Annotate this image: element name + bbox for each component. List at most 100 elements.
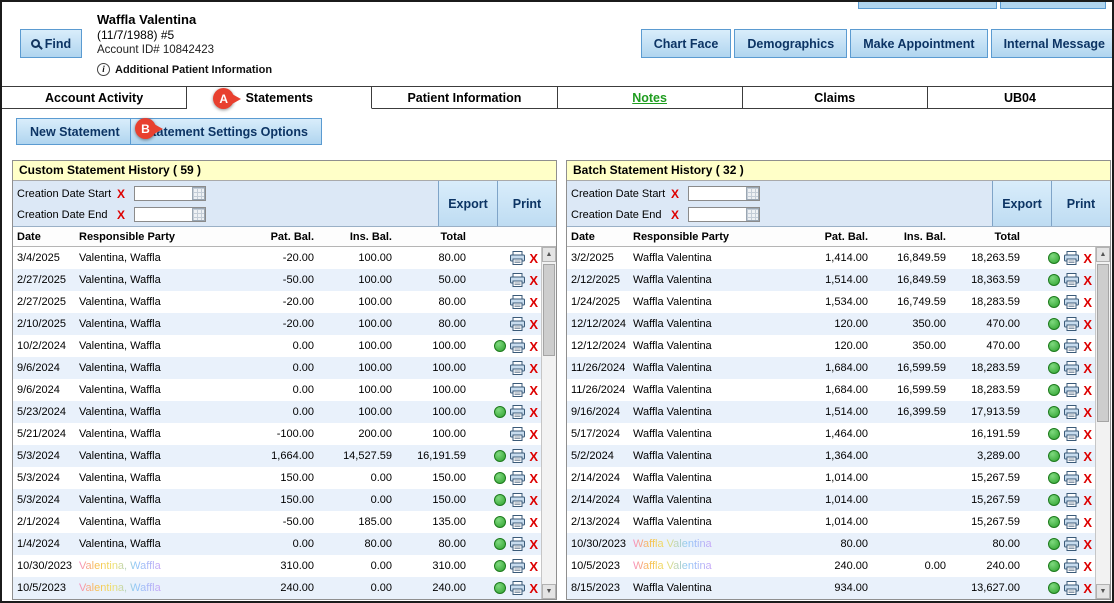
delete-icon[interactable]: X xyxy=(1083,362,1092,375)
scrollbar[interactable]: ▲ ▼ xyxy=(541,247,556,599)
print-icon[interactable] xyxy=(510,515,525,529)
creation-date-end-input[interactable] xyxy=(134,207,206,222)
statement-row[interactable]: 10/5/2023Valentina, Waffla240.000.00240.… xyxy=(13,577,541,599)
chart-face-button[interactable]: Chart Face xyxy=(641,29,732,58)
export-button[interactable]: Export xyxy=(438,181,497,226)
statement-row[interactable]: 9/6/2024Valentina, Waffla0.00100.00100.0… xyxy=(13,357,541,379)
scrollbar[interactable]: ▲ ▼ xyxy=(1095,247,1110,599)
scrollbar-thumb[interactable] xyxy=(543,264,555,356)
make-appointment-button[interactable]: Make Appointment xyxy=(850,29,987,58)
delete-icon[interactable]: X xyxy=(1083,340,1092,353)
print-icon[interactable] xyxy=(1064,405,1079,419)
statement-row[interactable]: 2/12/2025Waffla Valentina1,514.0016,849.… xyxy=(567,269,1095,291)
statement-row[interactable]: 2/13/2024Waffla Valentina1,014.0015,267.… xyxy=(567,511,1095,533)
calendar-icon[interactable] xyxy=(746,208,759,221)
statement-row[interactable]: 10/30/2023Waffla Valentina80.0080.00X xyxy=(567,533,1095,555)
tab-patient-information[interactable]: Patient Information xyxy=(372,87,557,109)
tab-claims[interactable]: Claims xyxy=(743,87,928,109)
clear-start-date-icon[interactable]: X xyxy=(671,187,683,201)
creation-date-start-input[interactable] xyxy=(688,186,760,201)
statement-row[interactable]: 9/16/2024Waffla Valentina1,514.0016,399.… xyxy=(567,401,1095,423)
print-icon[interactable] xyxy=(510,361,525,375)
delete-icon[interactable]: X xyxy=(1083,406,1092,419)
statement-row[interactable]: 12/12/2024Waffla Valentina120.00350.0047… xyxy=(567,335,1095,357)
statement-row[interactable]: 1/24/2025Waffla Valentina1,534.0016,749.… xyxy=(567,291,1095,313)
statement-row[interactable]: 5/17/2024Waffla Valentina1,464.0016,191.… xyxy=(567,423,1095,445)
scroll-up-icon[interactable]: ▲ xyxy=(1096,247,1110,262)
print-icon[interactable] xyxy=(510,559,525,573)
statement-row[interactable]: 11/26/2024Waffla Valentina1,684.0016,599… xyxy=(567,357,1095,379)
statement-row[interactable]: 5/2/2024Waffla Valentina1,364.003,289.00… xyxy=(567,445,1095,467)
statement-row[interactable]: 2/14/2024Waffla Valentina1,014.0015,267.… xyxy=(567,467,1095,489)
demographics-button[interactable]: Demographics xyxy=(734,29,847,58)
cutoff-button-2[interactable] xyxy=(1000,0,1106,9)
print-icon[interactable] xyxy=(1064,317,1079,331)
statement-row[interactable]: 2/14/2024Waffla Valentina1,014.0015,267.… xyxy=(567,489,1095,511)
print-icon[interactable] xyxy=(510,449,525,463)
delete-icon[interactable]: X xyxy=(1083,450,1092,463)
delete-icon[interactable]: X xyxy=(529,384,538,397)
delete-icon[interactable]: X xyxy=(529,538,538,551)
print-icon[interactable] xyxy=(510,493,525,507)
statement-row[interactable]: 3/2/2025Waffla Valentina1,414.0016,849.5… xyxy=(567,247,1095,269)
tab-statements[interactable]: A Statements xyxy=(187,87,372,109)
internal-message-button[interactable]: Internal Message xyxy=(991,29,1114,58)
scroll-down-icon[interactable]: ▼ xyxy=(542,584,556,599)
delete-icon[interactable]: X xyxy=(1083,428,1092,441)
print-icon[interactable] xyxy=(1064,295,1079,309)
delete-icon[interactable]: X xyxy=(529,362,538,375)
tab-ub04[interactable]: UB04 xyxy=(928,87,1112,109)
additional-patient-info-link[interactable]: i Additional Patient Information xyxy=(97,63,272,76)
print-icon[interactable] xyxy=(510,295,525,309)
calendar-icon[interactable] xyxy=(192,208,205,221)
delete-icon[interactable]: X xyxy=(1083,516,1092,529)
export-button[interactable]: Export xyxy=(992,181,1051,226)
print-icon[interactable] xyxy=(510,383,525,397)
statement-row[interactable]: 10/30/2023Valentina, Waffla310.000.00310… xyxy=(13,555,541,577)
delete-icon[interactable]: X xyxy=(529,406,538,419)
print-icon[interactable] xyxy=(1064,251,1079,265)
statement-row[interactable]: 10/5/2023Waffla Valentina240.000.00240.0… xyxy=(567,555,1095,577)
print-icon[interactable] xyxy=(1064,515,1079,529)
statement-row[interactable]: 2/27/2025Valentina, Waffla-20.00100.0080… xyxy=(13,291,541,313)
print-icon[interactable] xyxy=(510,339,525,353)
statement-row[interactable]: 12/12/2024Waffla Valentina120.00350.0047… xyxy=(567,313,1095,335)
delete-icon[interactable]: X xyxy=(529,296,538,309)
print-button[interactable]: Print xyxy=(1051,181,1110,226)
delete-icon[interactable]: X xyxy=(529,472,538,485)
tab-account-activity[interactable]: Account Activity xyxy=(2,87,187,109)
calendar-icon[interactable] xyxy=(746,187,759,200)
print-icon[interactable] xyxy=(510,581,525,595)
statement-row[interactable]: 3/4/2025Valentina, Waffla-20.00100.0080.… xyxy=(13,247,541,269)
delete-icon[interactable]: X xyxy=(1083,252,1092,265)
print-icon[interactable] xyxy=(1064,273,1079,287)
print-icon[interactable] xyxy=(510,317,525,331)
print-icon[interactable] xyxy=(510,273,525,287)
delete-icon[interactable]: X xyxy=(1083,384,1092,397)
print-icon[interactable] xyxy=(1064,493,1079,507)
delete-icon[interactable]: X xyxy=(529,274,538,287)
new-statement-button[interactable]: New Statement xyxy=(16,118,134,145)
delete-icon[interactable]: X xyxy=(1083,582,1092,595)
calendar-icon[interactable] xyxy=(192,187,205,200)
clear-start-date-icon[interactable]: X xyxy=(117,187,129,201)
print-icon[interactable] xyxy=(1064,361,1079,375)
creation-date-end-input[interactable] xyxy=(688,207,760,222)
statement-row[interactable]: 5/21/2024Valentina, Waffla-100.00200.001… xyxy=(13,423,541,445)
delete-icon[interactable]: X xyxy=(529,560,538,573)
statement-row[interactable]: 2/27/2025Valentina, Waffla-50.00100.0050… xyxy=(13,269,541,291)
find-button[interactable]: Find xyxy=(20,29,82,58)
scroll-down-icon[interactable]: ▼ xyxy=(1096,584,1110,599)
statement-row[interactable]: 8/15/2023Waffla Valentina934.0013,627.00… xyxy=(567,577,1095,599)
creation-date-start-input[interactable] xyxy=(134,186,206,201)
statement-row[interactable]: 5/23/2024Valentina, Waffla0.00100.00100.… xyxy=(13,401,541,423)
statement-row[interactable]: 2/10/2025Valentina, Waffla-20.00100.0080… xyxy=(13,313,541,335)
scrollbar-thumb[interactable] xyxy=(1097,264,1109,422)
statement-row[interactable]: 1/4/2024Valentina, Waffla0.0080.0080.00X xyxy=(13,533,541,555)
print-icon[interactable] xyxy=(1064,537,1079,551)
print-icon[interactable] xyxy=(510,427,525,441)
delete-icon[interactable]: X xyxy=(529,340,538,353)
delete-icon[interactable]: X xyxy=(529,252,538,265)
delete-icon[interactable]: X xyxy=(529,494,538,507)
print-icon[interactable] xyxy=(1064,559,1079,573)
